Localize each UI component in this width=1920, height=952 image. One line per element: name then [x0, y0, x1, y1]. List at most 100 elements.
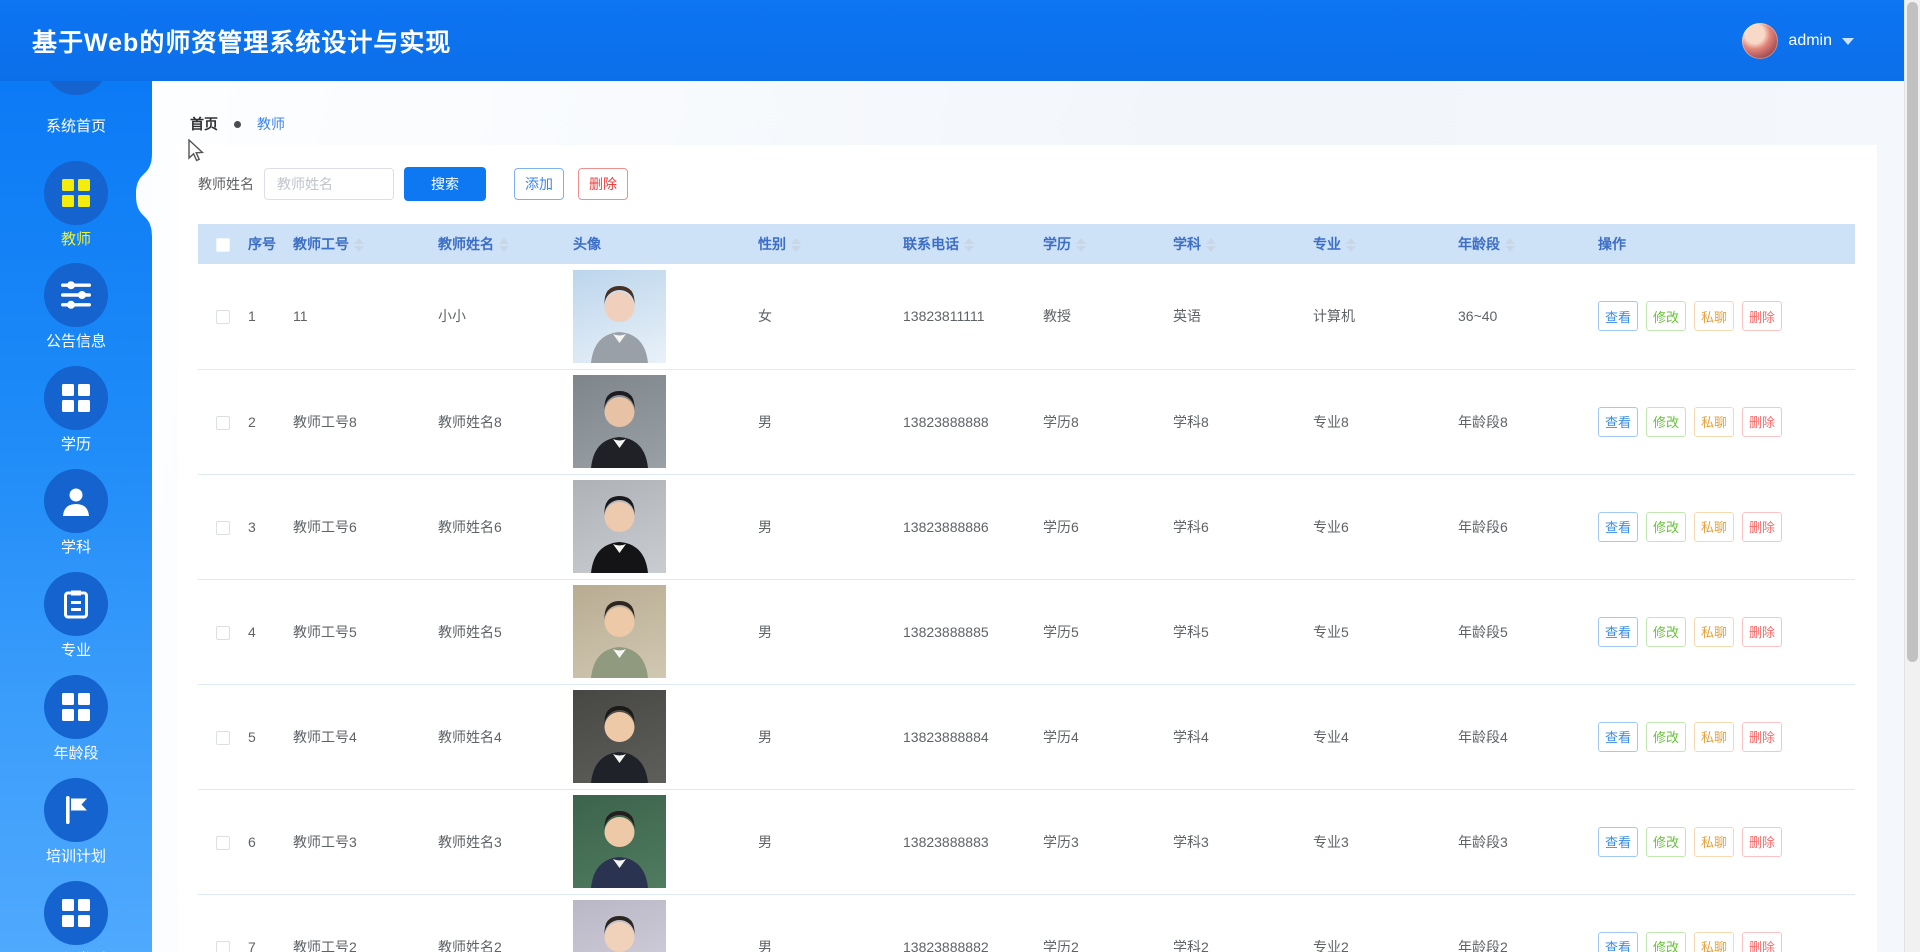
sidebar-item-label: 培训计划	[45, 848, 106, 865]
cell-major: 专业4	[1305, 684, 1450, 790]
sidebar-item-7[interactable]: 年龄段	[0, 675, 152, 763]
chat-action-button[interactable]: 私聊	[1694, 616, 1734, 647]
delete-action-button[interactable]: 删除	[1742, 616, 1782, 647]
view-action-button[interactable]: 查看	[1598, 301, 1638, 332]
sort-arrows-icon[interactable]	[499, 238, 509, 253]
delete-button[interactable]: 删除	[578, 168, 628, 200]
sort-arrows-icon[interactable]	[791, 238, 801, 253]
delete-action-button[interactable]: 删除	[1742, 721, 1782, 752]
table-row: 6 教师工号3 教师姓名3 男 13823888883 学历3 学科3 专业3 年龄段3 查看 修改…	[198, 789, 1855, 895]
breadcrumb-home[interactable]: 首页	[190, 114, 218, 134]
sort-arrows-icon[interactable]	[1076, 238, 1086, 253]
view-action-button[interactable]: 查看	[1598, 931, 1638, 952]
sidebar-item-8[interactable]: 培训计划	[0, 778, 152, 866]
row-checkbox[interactable]	[216, 730, 230, 745]
row-checkbox[interactable]	[216, 415, 230, 430]
edit-action-button[interactable]: 修改	[1646, 826, 1686, 857]
user-menu[interactable]: admin	[1742, 0, 1854, 81]
sort-arrows-icon[interactable]	[964, 238, 974, 253]
view-action-button[interactable]: 查看	[1598, 721, 1638, 752]
grid-icon	[44, 881, 108, 945]
row-checkbox[interactable]	[216, 940, 230, 952]
teacher-photo	[573, 375, 666, 468]
cell-subject: 学科5	[1165, 579, 1305, 685]
sidebar-item-5[interactable]: 学科	[0, 469, 152, 557]
view-action-button[interactable]: 查看	[1598, 511, 1638, 542]
sort-arrows-icon[interactable]	[354, 238, 364, 253]
chat-action-button[interactable]: 私聊	[1694, 511, 1734, 542]
view-action-button[interactable]: 查看	[1598, 826, 1638, 857]
edit-action-button[interactable]: 修改	[1646, 406, 1686, 437]
edit-action-button[interactable]: 修改	[1646, 301, 1686, 332]
sidebar-item-6[interactable]: 专业	[0, 572, 152, 660]
cell-phone: 13823888888	[895, 369, 1035, 475]
view-action-button[interactable]: 查看	[1598, 406, 1638, 437]
row-checkbox[interactable]	[216, 835, 230, 850]
sort-arrows-icon[interactable]	[1346, 238, 1356, 253]
sidebar-item-3[interactable]: 公告信息	[0, 263, 152, 351]
table-row: 2 教师工号8 教师姓名8 男 13823888888 学历8 学科8 专业8 年龄段8 查看 修改…	[198, 369, 1855, 475]
active-item-notch	[136, 153, 152, 237]
scrollbar-thumb[interactable]	[1907, 2, 1918, 662]
chat-action-button[interactable]: 私聊	[1694, 721, 1734, 752]
view-action-button[interactable]: 查看	[1598, 616, 1638, 647]
cell-teacher_id: 11	[285, 264, 430, 370]
column-header-label: 教师工号	[293, 236, 349, 252]
search-field-label: 教师姓名	[198, 176, 254, 192]
table-row: 4 教师工号5 教师姓名5 男 13823888885 学历5 学科5 专业5 年龄段5 查看 修改…	[198, 579, 1855, 685]
sidebar-item-2[interactable]: 教师	[0, 161, 152, 249]
sidebar-item-1[interactable]: 系统首页	[0, 81, 152, 136]
username-label: admin	[1788, 31, 1832, 49]
sort-arrows-icon[interactable]	[1206, 238, 1216, 253]
delete-action-button[interactable]: 删除	[1742, 931, 1782, 952]
breadcrumb-separator-icon	[234, 120, 241, 128]
add-button[interactable]: 添加	[514, 168, 564, 200]
column-header-label: 序号	[248, 236, 276, 252]
cell-education: 学历6	[1035, 474, 1165, 580]
sidebar-item-4[interactable]: 学历	[0, 366, 152, 454]
cell-major: 专业3	[1305, 789, 1450, 895]
row-checkbox[interactable]	[216, 310, 230, 325]
table-header-row: 序号 教师工号 教师姓名 头像 性别 联系电话 学历 学科 专业 年龄段 操作	[198, 224, 1855, 264]
sidebar-item-9[interactable]: 课程类型	[0, 881, 152, 952]
row-actions: 查看 修改 私聊 删除	[1598, 301, 1855, 332]
row-checkbox[interactable]	[216, 625, 230, 640]
cell-phone: 13823888884	[895, 684, 1035, 790]
chat-action-button[interactable]: 私聊	[1694, 931, 1734, 952]
column-header[interactable]: 年龄段	[1450, 224, 1590, 264]
table-row: 1 11 小小女 13823811111 教授 英语 计算机 36~40 查看 修改 私聊 删除	[198, 264, 1855, 370]
column-header-label: 学科	[1173, 236, 1201, 252]
column-header[interactable]: 学科	[1165, 224, 1305, 264]
delete-action-button[interactable]: 删除	[1742, 511, 1782, 542]
cell-teacher_id: 教师工号6	[285, 474, 430, 580]
column-header[interactable]: 教师工号	[285, 224, 430, 264]
column-header[interactable]: 专业	[1305, 224, 1450, 264]
cell-education: 学历4	[1035, 684, 1165, 790]
column-header[interactable]: 性别	[750, 224, 895, 264]
cell-name: 教师姓名3	[430, 789, 565, 895]
delete-action-button[interactable]: 删除	[1742, 301, 1782, 332]
delete-action-button[interactable]: 删除	[1742, 406, 1782, 437]
breadcrumb-current[interactable]: 教师	[257, 114, 285, 134]
select-all-checkbox[interactable]	[216, 238, 230, 253]
edit-action-button[interactable]: 修改	[1646, 511, 1686, 542]
column-header[interactable]: 学历	[1035, 224, 1165, 264]
edit-action-button[interactable]: 修改	[1646, 931, 1686, 952]
edit-action-button[interactable]: 修改	[1646, 616, 1686, 647]
sort-arrows-icon[interactable]	[1505, 238, 1515, 253]
vertical-scrollbar[interactable]	[1904, 0, 1920, 952]
chat-action-button[interactable]: 私聊	[1694, 406, 1734, 437]
breadcrumb: 首页 教师	[190, 114, 285, 134]
column-header-label: 操作	[1598, 236, 1626, 252]
column-header[interactable]: 联系电话	[895, 224, 1035, 264]
row-checkbox[interactable]	[216, 520, 230, 535]
column-header[interactable]: 教师姓名	[430, 224, 565, 264]
delete-action-button[interactable]: 删除	[1742, 826, 1782, 857]
search-button[interactable]: 搜索	[404, 167, 486, 201]
chat-action-button[interactable]: 私聊	[1694, 301, 1734, 332]
main-content: 首页 教师 教师姓名 搜索 添加 删除 序号教师工号教师姓名头像性别联系电话学历…	[152, 81, 1904, 952]
edit-action-button[interactable]: 修改	[1646, 721, 1686, 752]
search-input[interactable]	[264, 168, 394, 200]
cell-index: 2	[240, 369, 285, 475]
chat-action-button[interactable]: 私聊	[1694, 826, 1734, 857]
